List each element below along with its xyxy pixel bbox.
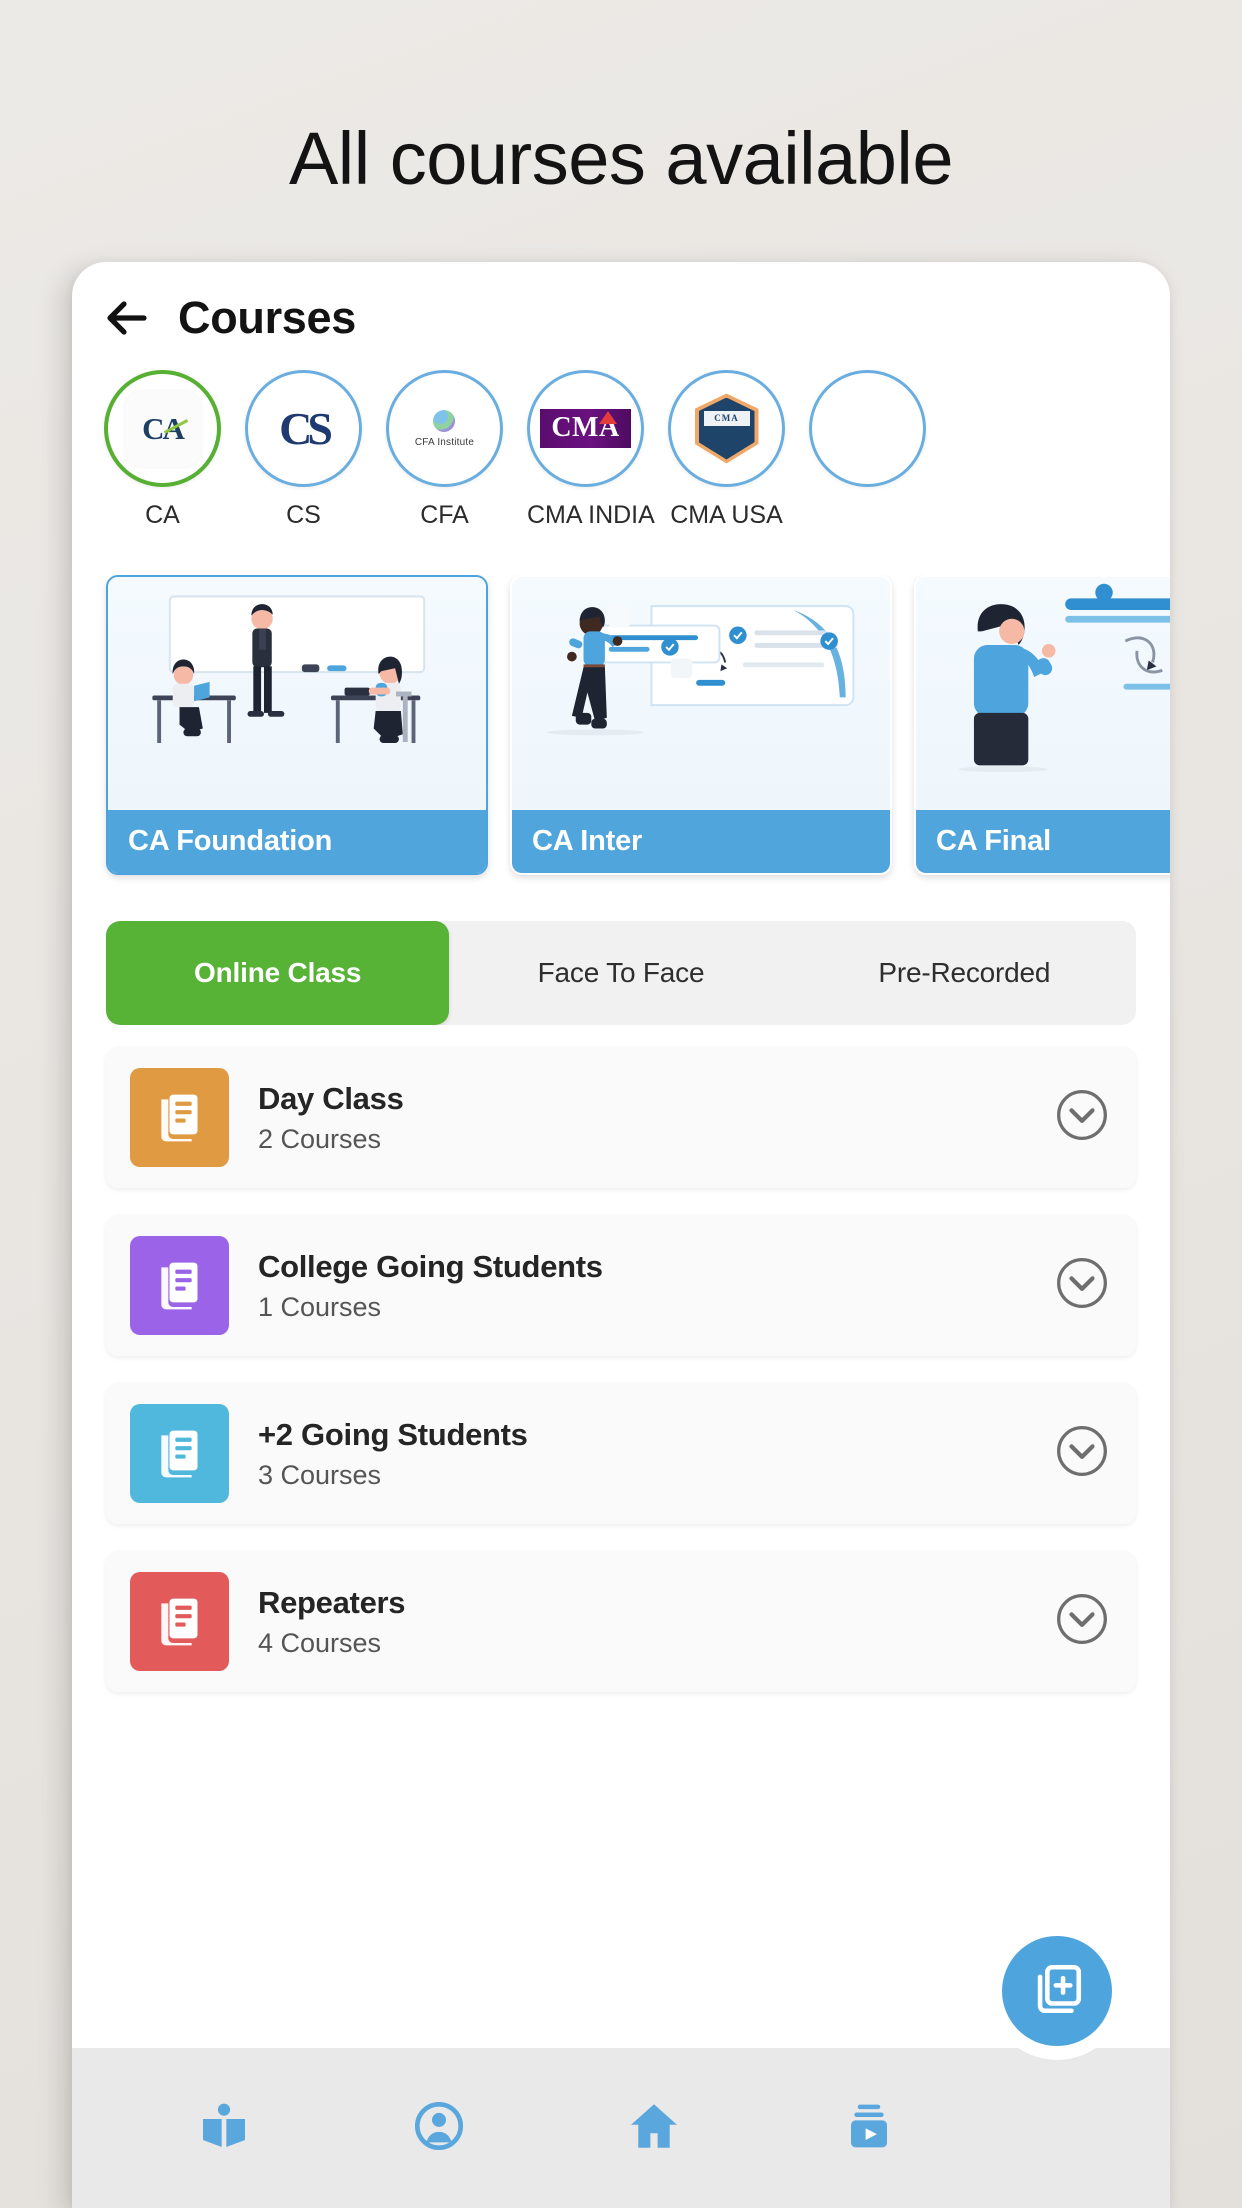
category-chip-list[interactable]: CA CA CS CS CFA Institute CFA CMA CMA IN…	[72, 360, 1170, 575]
nav-item-library[interactable]	[116, 2098, 331, 2159]
list-item-text: College Going Students 1 Courses	[229, 1248, 1054, 1323]
nav-item-videos[interactable]	[761, 2099, 976, 2158]
course-banner-ca-final[interactable]: CA Final	[914, 575, 1170, 875]
course-banner-ca-inter[interactable]: CA Inter	[510, 575, 892, 875]
category-label: CA	[145, 501, 180, 529]
course-banner-list[interactable]: CA Foundation CA Inter CA Final	[72, 575, 1170, 893]
list-item[interactable]: Repeaters 4 Courses	[106, 1551, 1136, 1692]
class-type-tabs[interactable]: Online Class Face To Face Pre-Recorded	[106, 921, 1136, 1025]
list-item-subtitle: 3 Courses	[258, 1459, 382, 1490]
category-label: CS	[286, 501, 321, 529]
nav-item-home[interactable]	[546, 2097, 761, 2160]
list-item-title: +2 Going Students	[258, 1417, 528, 1453]
course-banner-title: CA Inter	[512, 810, 890, 873]
category-circle[interactable]: CS	[245, 370, 362, 487]
add-document-fab[interactable]	[1002, 1936, 1112, 2046]
document-stack-icon	[130, 1236, 229, 1335]
category-chip-cma-usa[interactable]: CMA CMA USA	[668, 370, 785, 530]
category-chip-ca[interactable]: CA CA	[104, 370, 221, 530]
home-icon	[625, 2097, 683, 2160]
bottom-navigation[interactable]	[72, 2048, 1170, 2208]
category-circle[interactable]: CFA Institute	[386, 370, 503, 487]
cfa-logo: CFA Institute	[414, 409, 475, 448]
list-item-text: Day Class 2 Courses	[229, 1080, 1054, 1155]
list-item-subtitle: 4 Courses	[258, 1627, 382, 1658]
person-circle-icon	[411, 2098, 467, 2159]
category-circle[interactable]: CMA	[668, 370, 785, 487]
cma-usa-logo-text: CMA	[703, 410, 750, 426]
category-circle[interactable]: CMA	[527, 370, 644, 487]
shield-icon: CMA	[698, 397, 755, 460]
category-chip-cfa[interactable]: CFA Institute CFA	[386, 370, 503, 530]
nav-item-profile[interactable]	[331, 2098, 546, 2159]
category-chip-overflow[interactable]	[809, 370, 926, 501]
cma-india-logo: CMA	[540, 409, 631, 448]
category-label: CFA	[420, 501, 469, 529]
list-item-title: College Going Students	[258, 1249, 603, 1285]
tab-face-to-face[interactable]: Face To Face	[449, 921, 792, 1025]
app-bar-title: Courses	[178, 292, 356, 343]
list-item-text: +2 Going Students 3 Courses	[229, 1416, 1054, 1491]
chevron-down-circle-icon[interactable]	[1054, 1591, 1110, 1652]
document-stack-icon	[130, 1572, 229, 1671]
app-bar: Courses	[72, 262, 1170, 360]
ca-logo: CA	[124, 390, 201, 467]
course-banner-ca-foundation[interactable]: CA Foundation	[106, 575, 488, 875]
tab-online-class[interactable]: Online Class	[106, 921, 450, 1025]
whiteboard-illustration	[916, 577, 1170, 810]
list-item[interactable]: Day Class 2 Courses	[106, 1047, 1136, 1188]
list-item-title: Day Class	[258, 1081, 404, 1117]
course-banner-title: CA Foundation	[108, 810, 486, 873]
chevron-down-circle-icon[interactable]	[1054, 1087, 1110, 1148]
category-chip-cs[interactable]: CS CS	[245, 370, 362, 530]
course-banner-title: CA Final	[916, 810, 1170, 873]
document-stack-icon	[130, 1404, 229, 1503]
arrow-left-icon[interactable]	[104, 294, 152, 342]
list-item-subtitle: 1 Courses	[258, 1291, 382, 1322]
open-book-icon	[196, 2098, 252, 2159]
page-title: All courses available	[288, 117, 954, 200]
category-chip-cma-india[interactable]: CMA CMA INDIA	[527, 370, 655, 530]
category-circle[interactable]	[809, 370, 926, 487]
list-item-title: Repeaters	[258, 1585, 406, 1621]
cma-usa-logo: CMA	[694, 393, 759, 464]
video-playlist-icon	[842, 2099, 896, 2158]
chevron-down-circle-icon[interactable]	[1054, 1423, 1110, 1484]
course-group-list: Day Class 2 Courses College Going Studen…	[72, 1025, 1170, 1692]
classroom-illustration	[108, 577, 486, 810]
document-stack-icon	[130, 1068, 229, 1167]
tab-pre-recorded[interactable]: Pre-Recorded	[793, 921, 1136, 1025]
phone-screen: Courses CA CA CS CS CFA Institute CFA CM…	[72, 262, 1170, 2208]
category-label: CMA USA	[670, 501, 783, 529]
add-document-icon	[1028, 1960, 1086, 2023]
category-label: CMA INDIA	[527, 501, 655, 529]
category-circle[interactable]: CA	[104, 370, 221, 487]
globe-icon	[433, 409, 456, 432]
list-item[interactable]: College Going Students 1 Courses	[106, 1215, 1136, 1356]
cs-logo: CS	[279, 403, 333, 454]
checklist-illustration	[512, 577, 890, 810]
cfa-logo-text: CFA Institute	[414, 436, 475, 448]
list-item-text: Repeaters 4 Courses	[229, 1584, 1054, 1659]
list-item[interactable]: +2 Going Students 3 Courses	[106, 1383, 1136, 1524]
list-item-subtitle: 2 Courses	[258, 1123, 382, 1154]
chevron-down-circle-icon[interactable]	[1054, 1255, 1110, 1316]
